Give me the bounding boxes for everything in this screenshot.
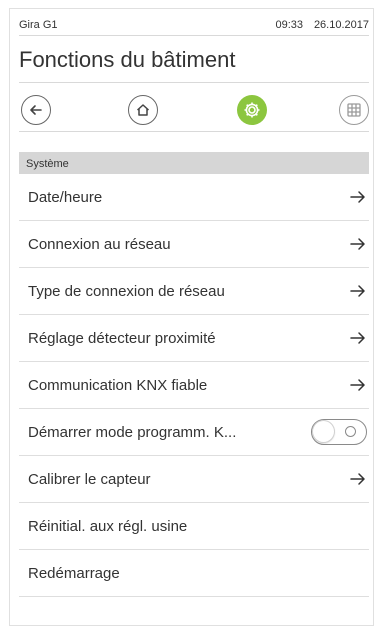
arrow-right-icon <box>350 191 365 203</box>
arrow-right-icon <box>350 473 365 485</box>
list-item-programming-mode: Démarrer mode programm. K... <box>19 409 369 456</box>
divider <box>19 35 369 36</box>
list-item-calibrate-sensor[interactable]: Calibrer le capteur <box>19 456 369 503</box>
list-item-label: Connexion au réseau <box>28 235 171 253</box>
status-bar: Gira G1 09:33 26.10.2017 <box>19 16 369 36</box>
gear-icon <box>244 102 260 118</box>
list-item-factory-reset[interactable]: Réinitial. aux régl. usine <box>19 503 369 550</box>
arrow-right-icon <box>350 332 365 344</box>
list-item-label: Réglage détecteur proximité <box>28 329 216 347</box>
list-item-label: Calibrer le capteur <box>28 470 151 488</box>
home-icon <box>136 104 150 116</box>
list-item-label: Type de connexion de réseau <box>28 282 225 300</box>
device-frame: Gira G1 09:33 26.10.2017 Fonctions du bâ… <box>9 8 374 626</box>
toggle-off-icon <box>345 426 356 437</box>
grid-button[interactable] <box>339 95 369 125</box>
list-item-knx-secure[interactable]: Communication KNX fiable <box>19 362 369 409</box>
status-date: 26.10.2017 <box>313 19 369 31</box>
section-header: Système <box>19 152 369 174</box>
device-name: Gira G1 <box>19 19 58 31</box>
arrow-right-icon <box>350 285 365 297</box>
arrow-right-icon <box>350 238 365 250</box>
home-button[interactable] <box>128 95 158 125</box>
arrow-right-icon <box>350 379 365 391</box>
list-item-proximity-sensor[interactable]: Réglage détecteur proximité <box>19 315 369 362</box>
back-button[interactable] <box>21 95 51 125</box>
back-arrow-icon <box>30 105 42 115</box>
divider <box>19 82 369 83</box>
divider <box>19 131 369 132</box>
list-item-date-time[interactable]: Date/heure <box>19 174 369 221</box>
nav-bar <box>19 93 369 131</box>
toggle-knob <box>313 421 334 442</box>
status-time: 09:33 <box>275 19 303 31</box>
list-item-restart[interactable]: Redémarrage <box>19 550 369 597</box>
settings-list: Date/heure Connexion au réseau Type de c… <box>19 174 369 597</box>
list-item-label: Redémarrage <box>28 564 120 582</box>
list-item-label: Réinitial. aux régl. usine <box>28 517 188 535</box>
grid-icon <box>347 103 361 117</box>
page-title: Fonctions du bâtiment <box>19 47 236 72</box>
list-item-label: Communication KNX fiable <box>28 376 208 394</box>
list-item-label: Date/heure <box>28 188 103 206</box>
list-item-label: Démarrer mode programm. K... <box>28 423 237 441</box>
list-item-network-type[interactable]: Type de connexion de réseau <box>19 268 369 315</box>
programming-mode-toggle[interactable] <box>311 419 367 445</box>
settings-button[interactable] <box>237 95 267 125</box>
list-item-network-connection[interactable]: Connexion au réseau <box>19 221 369 268</box>
